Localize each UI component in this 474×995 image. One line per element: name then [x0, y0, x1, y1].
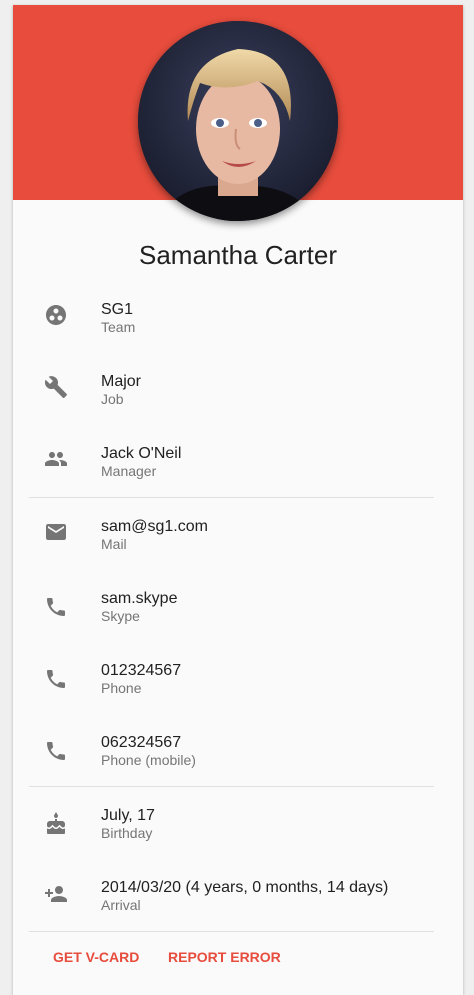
- phone-icon: [47, 670, 65, 688]
- divider: [29, 786, 434, 787]
- detail-label: Phone (mobile): [101, 752, 196, 768]
- detail-row-mail[interactable]: sam@sg1.com Mail: [13, 518, 463, 590]
- card-actions: GET V-CARD REPORT ERROR: [13, 949, 463, 979]
- detail-row-phone[interactable]: 012324567 Phone: [13, 662, 463, 734]
- detail-value: July, 17: [101, 807, 155, 824]
- get-vcard-button[interactable]: GET V-CARD: [53, 949, 139, 965]
- detail-value[interactable]: sam@sg1.com: [101, 518, 208, 536]
- detail-label: Skype: [101, 608, 140, 624]
- detail-value: SG1: [101, 301, 134, 318]
- detail-row-manager: Jack O'Neil Manager: [13, 445, 463, 517]
- detail-value[interactable]: sam.skype: [101, 590, 177, 608]
- detail-row-job: Major Job: [13, 373, 463, 445]
- detail-label: Team: [101, 319, 136, 335]
- detail-row-arrival: 2014/03/20 (4 years, 0 months, 14 days) …: [13, 879, 463, 951]
- detail-row-mobile[interactable]: 062324567 Phone (mobile): [13, 734, 463, 806]
- portrait-photo: [138, 21, 338, 221]
- detail-label: Job: [101, 391, 124, 407]
- detail-label: Phone: [101, 680, 142, 696]
- detail-value: Major: [101, 373, 142, 390]
- detail-row-skype[interactable]: sam.skype Skype: [13, 590, 463, 662]
- divider: [29, 497, 434, 498]
- team-icon: [46, 305, 66, 325]
- email-icon: [46, 524, 66, 540]
- detail-value: Jack O'Neil: [101, 445, 182, 462]
- detail-label: Birthday: [101, 825, 153, 841]
- person-add-icon: [45, 886, 67, 902]
- phone-icon: [47, 598, 65, 616]
- wrench-icon: [44, 376, 67, 398]
- profile-card: Samantha Carter SG1 Team Major Job Jack …: [13, 5, 463, 995]
- phone-icon: [47, 742, 65, 760]
- detail-label: Mail: [101, 536, 127, 552]
- detail-value: 2014/03/20 (4 years, 0 months, 14 days): [101, 879, 389, 896]
- detail-value[interactable]: 062324567: [101, 734, 181, 752]
- avatar: [138, 21, 338, 221]
- people-icon: [45, 452, 67, 466]
- detail-label: Arrival: [101, 897, 141, 913]
- detail-row-team: SG1 Team: [13, 301, 463, 373]
- cake-icon: [47, 812, 65, 834]
- detail-label: Manager: [101, 463, 157, 479]
- divider: [29, 931, 434, 932]
- report-error-button[interactable]: REPORT ERROR: [168, 949, 281, 965]
- profile-name: Samantha Carter: [139, 240, 337, 270]
- detail-row-birthday: July, 17 Birthday: [13, 807, 463, 879]
- detail-value[interactable]: 012324567: [101, 662, 181, 680]
